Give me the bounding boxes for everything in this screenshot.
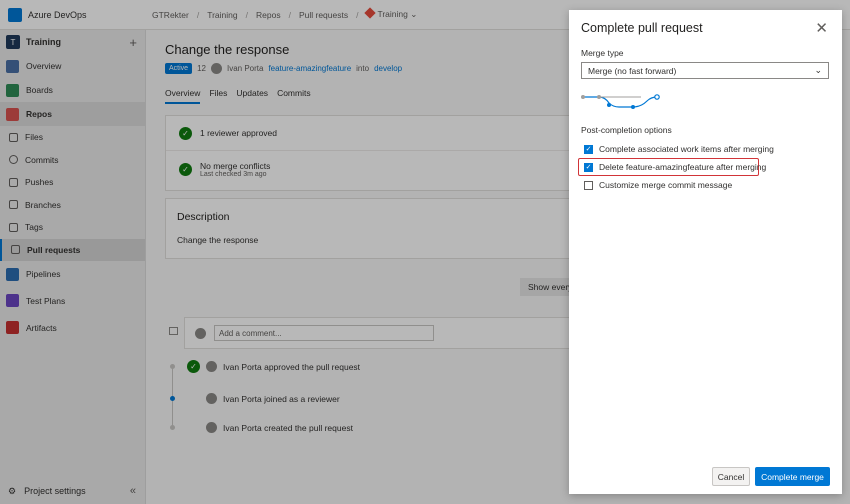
merge-diagram-icon [581,94,660,109]
option-complete-work-items[interactable]: ✓ Complete associated work items after m… [584,144,774,154]
cancel-button[interactable]: Cancel [712,467,750,486]
option-label: Customize merge commit message [599,180,733,190]
merge-type-label: Merge type [581,48,624,58]
complete-merge-button[interactable]: Complete merge [755,467,830,486]
checkbox-unchecked-icon[interactable] [584,180,593,190]
checkbox-checked-icon[interactable]: ✓ [584,162,593,172]
option-label: Complete associated work items after mer… [599,144,774,154]
post-completion-label: Post-completion options [581,125,672,135]
option-label: Delete feature-amazingfeature after merg… [599,162,767,172]
checkbox-checked-icon[interactable]: ✓ [584,144,593,154]
complete-pr-dialog: Complete pull request ✕ Merge type Merge… [569,10,842,494]
merge-type-select[interactable]: Merge (no fast forward) ⌄ [581,62,829,79]
option-delete-source-branch[interactable]: ✓ Delete feature-amazingfeature after me… [584,162,766,172]
chevron-down-icon: ⌄ [814,65,822,75]
merge-type-value: Merge (no fast forward) [588,65,677,76]
dialog-title: Complete pull request [581,21,703,35]
close-icon[interactable]: ✕ [815,19,828,37]
option-customize-commit-message[interactable]: Customize merge commit message [584,180,732,190]
